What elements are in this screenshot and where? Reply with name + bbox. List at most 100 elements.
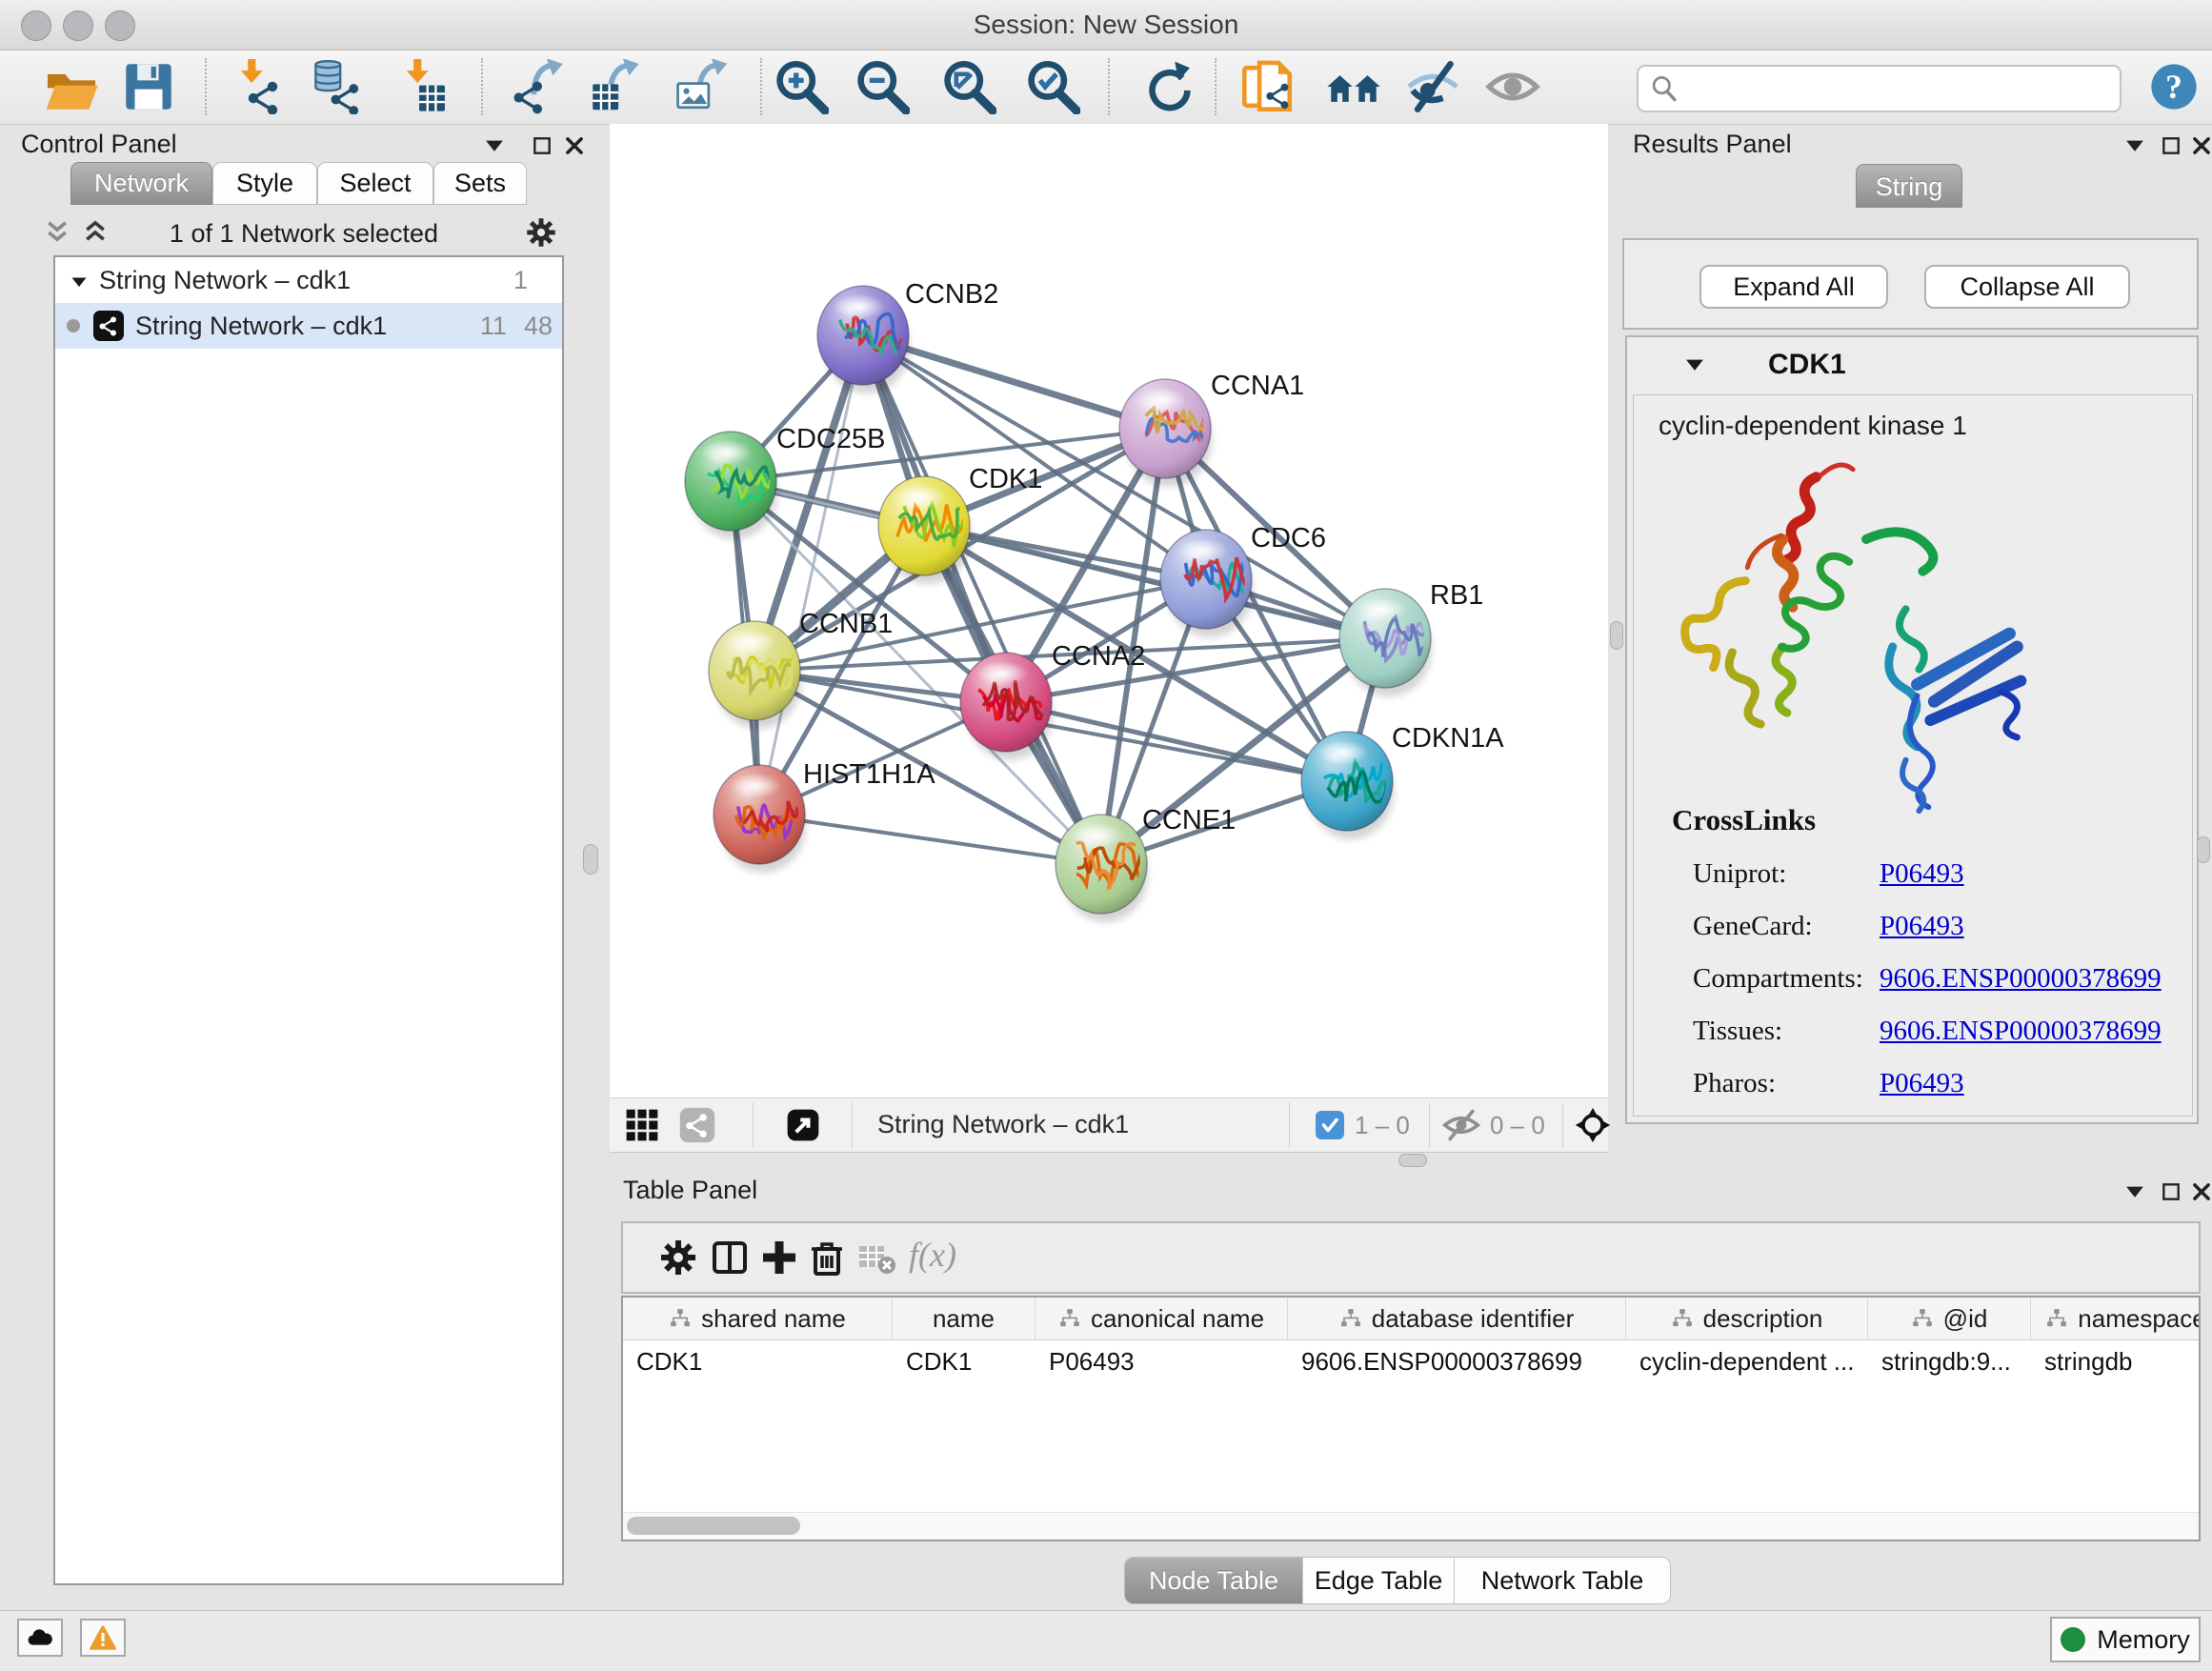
cloud-icon[interactable] [17, 1619, 63, 1657]
panel-close-icon[interactable] [562, 133, 587, 158]
expand-all-button[interactable]: Expand All [1699, 265, 1888, 309]
tab-select[interactable]: Select [317, 162, 433, 205]
collection-disclosure-icon[interactable] [69, 270, 90, 291]
column-header-canonical-name[interactable]: canonical name [1036, 1298, 1288, 1339]
network-node-RB1[interactable]: RB1 [1339, 580, 1483, 696]
table-settings-gear-icon[interactable] [657, 1237, 699, 1278]
table-row[interactable]: CDK1CDK1P064939606.ENSP00000378699cyclin… [623, 1340, 2199, 1382]
column-header-description[interactable]: description [1626, 1298, 1868, 1339]
tab-node-table[interactable]: Node Table [1125, 1558, 1303, 1603]
edge-HIST1H1A-CCNE1[interactable] [759, 815, 1101, 864]
network-node-CCNB1[interactable]: CCNB1 [709, 609, 893, 729]
open-in-window-icon[interactable] [784, 1106, 822, 1144]
scrollbar-thumb[interactable] [627, 1517, 800, 1535]
panel-collapse-icon[interactable] [2122, 133, 2147, 158]
memory-button[interactable]: Memory [2050, 1617, 2201, 1662]
node-label: HIST1H1A [803, 759, 935, 790]
network-collection-row[interactable]: String Network – cdk1 1 [55, 257, 562, 303]
network-node-CDKN1A[interactable]: CDKN1A [1301, 723, 1504, 839]
table-cell[interactable]: 9606.ENSP00000378699 [1288, 1340, 1626, 1382]
panel-float-icon[interactable] [2159, 1179, 2183, 1204]
collapse-all-button[interactable]: Collapse All [1924, 265, 2130, 309]
splitter-handle-right[interactable] [1610, 621, 1623, 650]
selected-checkbox-icon[interactable] [1316, 1111, 1344, 1139]
network-row-selected[interactable]: String Network – cdk1 11 48 [55, 303, 562, 349]
network-node-HIST1H1A[interactable]: HIST1H1A [714, 759, 935, 873]
import-network-database-icon[interactable] [309, 59, 364, 114]
table-cell[interactable]: stringdb [2031, 1340, 2201, 1382]
home-networks-icon[interactable] [1326, 59, 1381, 114]
section-disclosure-icon[interactable] [1682, 352, 1707, 377]
import-network-file-icon[interactable] [230, 59, 285, 114]
table-cell[interactable]: CDK1 [893, 1340, 1036, 1382]
table-cell[interactable]: stringdb:9... [1868, 1340, 2031, 1382]
zoom-in-icon[interactable] [774, 59, 829, 114]
crosslink-link[interactable]: P06493 [1880, 1068, 1964, 1099]
network-node-CDK1[interactable]: CDK1 [878, 464, 1042, 584]
column-header-database-identifier[interactable]: database identifier [1288, 1298, 1626, 1339]
tab-edge-table[interactable]: Edge Table [1303, 1558, 1455, 1603]
collapse-all-networks-icon[interactable] [80, 217, 111, 248]
refresh-view-icon[interactable] [1138, 59, 1194, 114]
node-table[interactable]: shared namenamecanonical namedatabase id… [621, 1296, 2201, 1541]
network-view-canvas[interactable]: CCNB2CCNA1CDC25BCDK1CDC6RB1CCNB1CCNA2CDK… [610, 124, 1608, 1097]
center-view-target-icon[interactable] [1574, 1106, 1612, 1144]
column-header-shared-name[interactable]: shared name [623, 1298, 893, 1339]
expand-all-networks-icon[interactable] [42, 217, 72, 248]
show-eye-icon[interactable] [1485, 59, 1540, 114]
crosslink-link[interactable]: P06493 [1880, 858, 1964, 890]
export-table-icon[interactable] [588, 59, 643, 114]
tab-style[interactable]: Style [212, 162, 317, 205]
search-input[interactable] [1688, 69, 2110, 109]
panel-collapse-icon[interactable] [482, 133, 507, 158]
table-horizontal-scrollbar[interactable] [623, 1512, 2199, 1540]
zoom-fit-icon[interactable] [941, 59, 996, 114]
network-node-CCNE1[interactable]: CCNE1 [1056, 805, 1236, 922]
panel-float-icon[interactable] [530, 133, 554, 158]
birdseye-grid-icon[interactable] [623, 1106, 661, 1144]
panel-close-icon[interactable] [2189, 1179, 2212, 1204]
tab-string[interactable]: String [1856, 164, 1962, 208]
export-network-icon[interactable] [512, 59, 567, 114]
control-panel: Control Panel Network Style Select Sets … [8, 124, 572, 1595]
import-table-file-icon[interactable] [395, 59, 451, 114]
network-options-gear-icon[interactable] [524, 215, 558, 250]
crosslink-link[interactable]: 9606.ENSP00000378699 [1880, 1016, 2162, 1047]
crosslink-link[interactable]: P06493 [1880, 911, 1964, 942]
table-cell[interactable]: CDK1 [623, 1340, 893, 1382]
network-node-CCNB2[interactable]: CCNB2 [817, 279, 998, 393]
column-header-name[interactable]: name [893, 1298, 1036, 1339]
crosslink-link[interactable]: 9606.ENSP00000378699 [1880, 963, 2162, 995]
control-panel-header: Control Panel [8, 124, 572, 164]
add-column-icon[interactable] [758, 1237, 800, 1278]
table-cell[interactable]: cyclin-dependent ... [1626, 1340, 1868, 1382]
zoom-out-icon[interactable] [855, 59, 910, 114]
splitter-handle-horizontal[interactable] [1398, 1154, 1427, 1167]
splitter-handle-left[interactable] [583, 844, 598, 875]
memory-status-dot [2061, 1627, 2085, 1652]
network-graph[interactable]: CCNB2CCNA1CDC25BCDK1CDC6RB1CCNB1CCNA2CDK… [610, 124, 1608, 1097]
show-columns-icon[interactable] [709, 1237, 751, 1278]
string-badge-icon[interactable] [678, 1106, 716, 1144]
panel-collapse-icon[interactable] [2122, 1179, 2147, 1204]
hidden-eye-slash-icon[interactable] [1442, 1106, 1480, 1144]
panel-float-icon[interactable] [2159, 133, 2183, 158]
warning-icon[interactable] [80, 1619, 126, 1657]
splitter-handle-edge[interactable] [2197, 836, 2210, 863]
tab-network[interactable]: Network [70, 162, 212, 205]
hide-unselected-icon[interactable] [1405, 59, 1460, 114]
zoom-selected-icon[interactable] [1025, 59, 1080, 114]
tab-sets[interactable]: Sets [433, 162, 527, 205]
duplicate-network-icon[interactable] [1239, 59, 1295, 114]
save-session-icon[interactable] [121, 59, 176, 114]
column-header-namespace[interactable]: namespace [2031, 1298, 2201, 1339]
help-icon[interactable]: ? [2149, 62, 2199, 111]
table-cell[interactable]: P06493 [1036, 1340, 1288, 1382]
delete-column-icon[interactable] [806, 1237, 848, 1278]
column-header--id[interactable]: @id [1868, 1298, 2031, 1339]
node-section-header[interactable]: CDK1 [1627, 337, 2197, 393]
panel-close-icon[interactable] [2189, 133, 2212, 158]
tab-network-table[interactable]: Network Table [1455, 1558, 1670, 1603]
open-file-icon[interactable] [44, 59, 99, 114]
export-image-icon[interactable] [674, 59, 730, 114]
